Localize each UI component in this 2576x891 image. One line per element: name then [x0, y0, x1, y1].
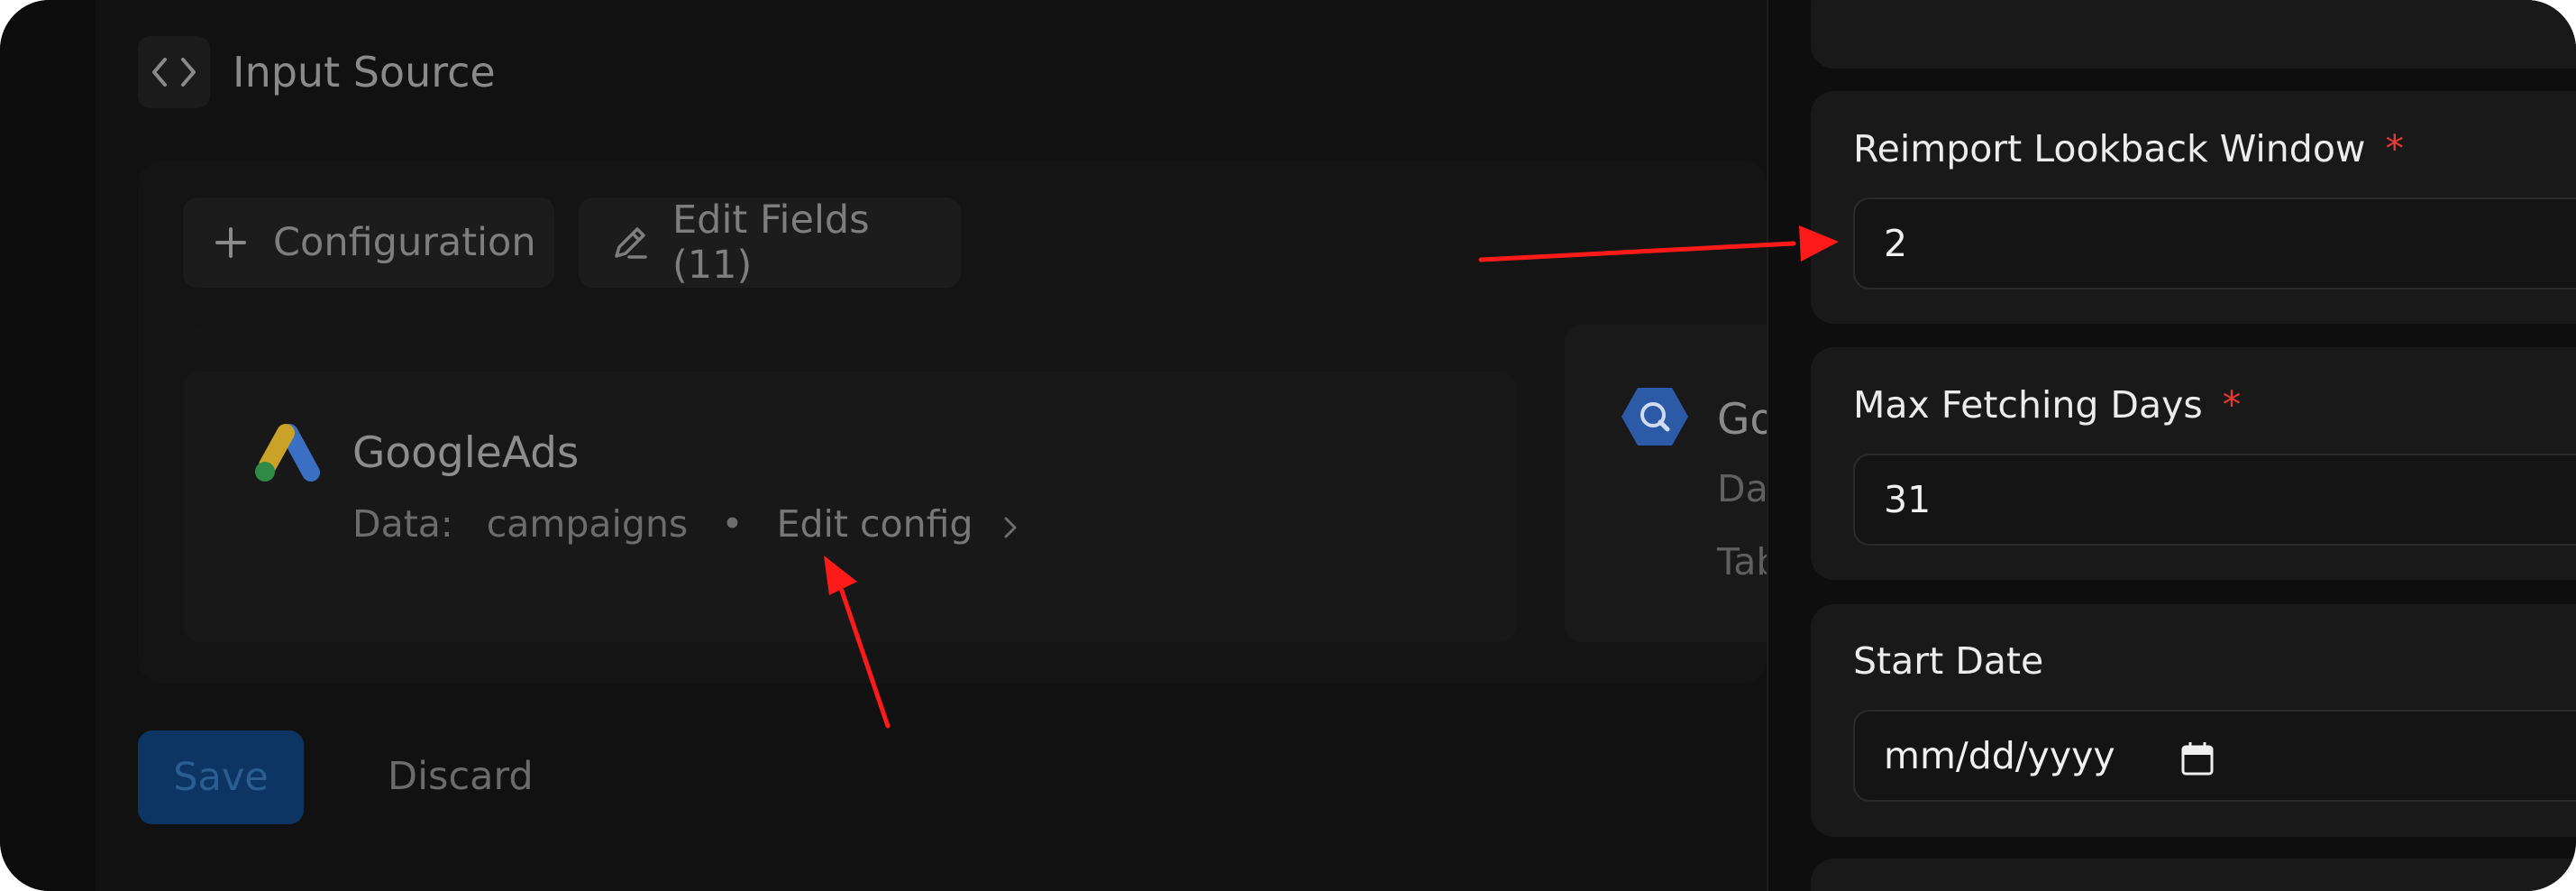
required-asterisk: *: [2222, 383, 2242, 427]
input-value: 31: [1884, 478, 1932, 521]
separator-dot: •: [721, 502, 744, 546]
reimport-lookback-input[interactable]: 2: [1853, 197, 2576, 289]
chevron-right-icon: [1003, 504, 1018, 549]
max-fetching-days-input[interactable]: 31: [1853, 454, 2576, 546]
source-meta: Data: campaigns • Edit config: [352, 501, 1018, 549]
field-card-previous: [1811, 0, 2576, 69]
page-title: Input Source: [233, 48, 496, 96]
app-window: Input Source Configuration Edit Fields (…: [0, 0, 2576, 891]
data-label: Data:: [352, 502, 453, 546]
data-value: campaigns: [486, 502, 689, 546]
required-asterisk: *: [2385, 127, 2404, 170]
source-data-text: Da: [1717, 467, 1768, 510]
field-label-max-fetching-days: Max Fetching Days *: [1853, 383, 2242, 427]
edit-config-link[interactable]: Edit config: [777, 501, 973, 547]
add-configuration-button[interactable]: Configuration: [183, 197, 554, 288]
discard-button[interactable]: Discard: [388, 753, 534, 800]
start-date-input[interactable]: mm/dd/yyyy: [1853, 710, 2576, 802]
plus-icon: [215, 227, 246, 258]
field-card-next: [1811, 859, 2576, 891]
code-icon[interactable]: [138, 36, 210, 108]
source-name: GoogleAds: [352, 428, 580, 478]
field-label-reimport-lookback: Reimport Lookback Window *: [1853, 127, 2404, 170]
edit-fields-button[interactable]: Edit Fields (11): [579, 197, 961, 288]
save-button[interactable]: Save: [138, 730, 304, 824]
calendar-icon[interactable]: [2181, 741, 2214, 776]
pencil-icon: [611, 224, 649, 262]
edit-fields-label: Edit Fields (11): [672, 197, 870, 288]
input-value: 2: [1884, 222, 1908, 265]
bigquery-logo: [1621, 386, 1689, 451]
field-label-start-date: Start Date: [1853, 639, 2044, 683]
google-ads-logo: [253, 424, 322, 487]
date-placeholder: mm/dd/yyyy: [1884, 734, 2115, 777]
configuration-label: Configuration: [273, 220, 536, 265]
dimmed-background-content: Input Source Configuration Edit Fields (…: [0, 0, 1779, 891]
